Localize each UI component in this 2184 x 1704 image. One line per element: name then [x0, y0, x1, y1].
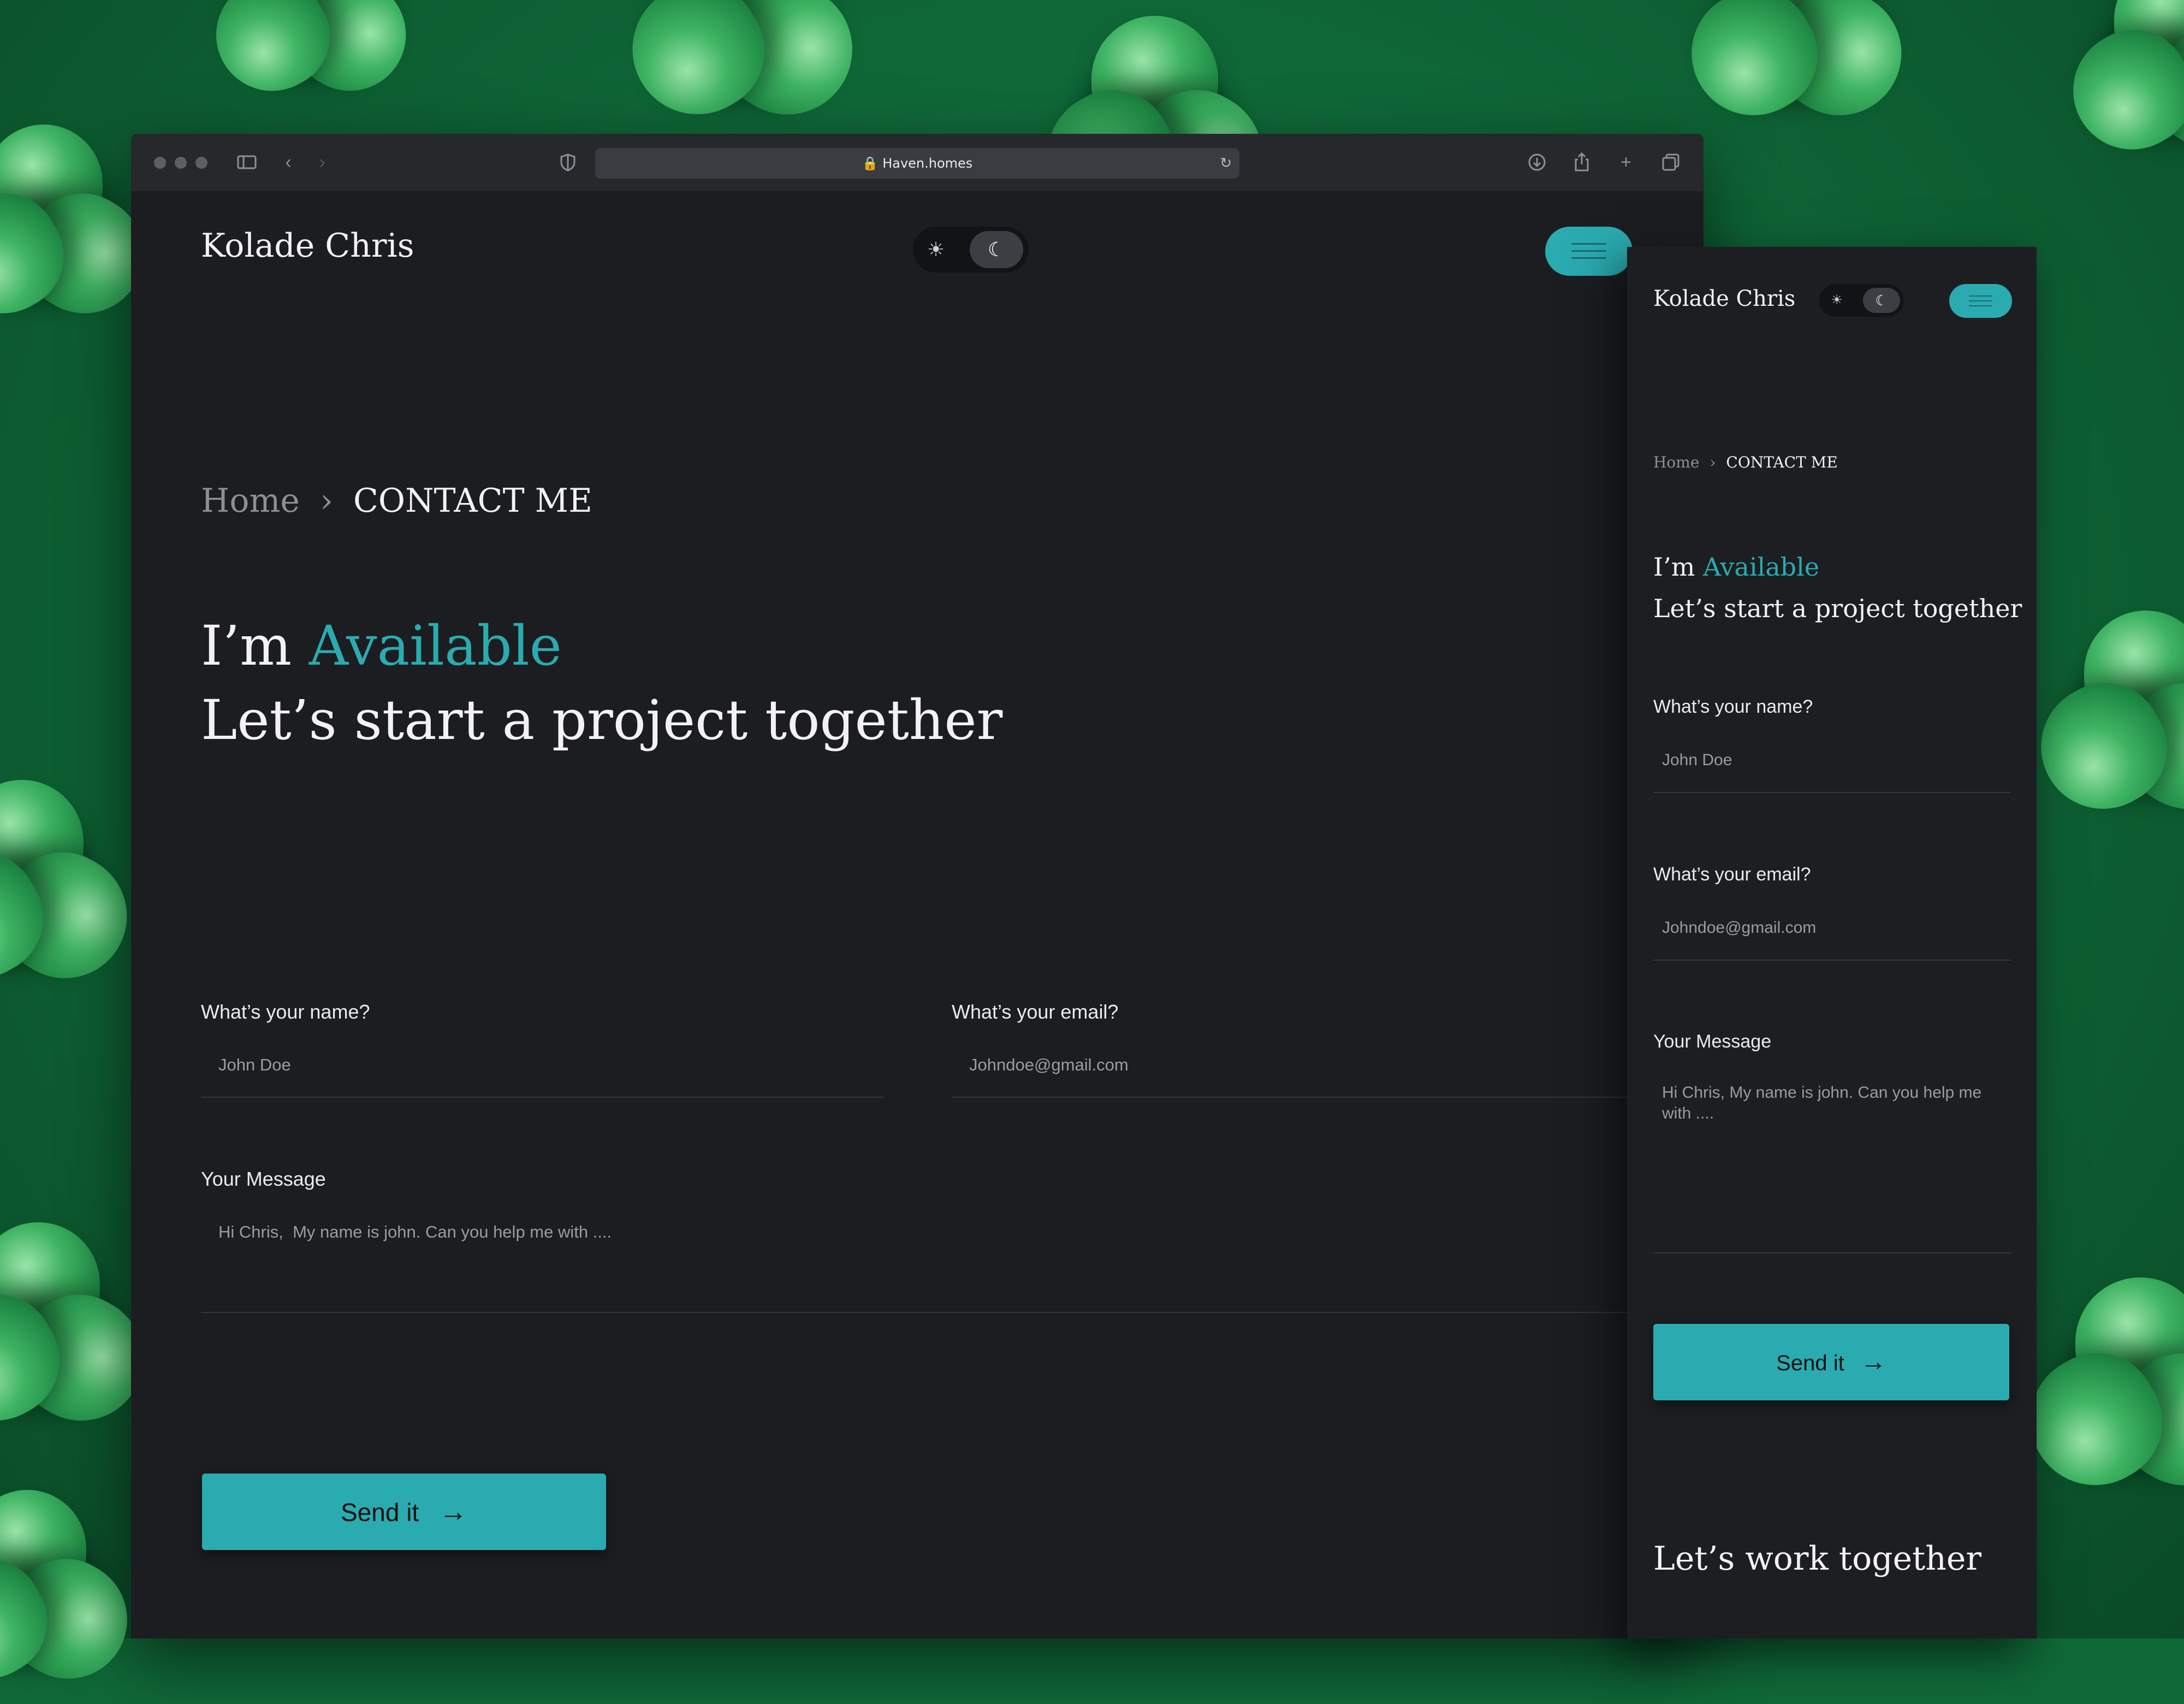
send-button[interactable]: Send it → — [202, 1474, 606, 1550]
arrow-right-icon: → — [439, 1496, 467, 1528]
hamburger-icon — [1969, 295, 1992, 297]
download-icon[interactable] — [1526, 151, 1548, 173]
footer-heading: Let’s work together — [1653, 1540, 1982, 1578]
url-text: Haven.homes — [882, 156, 973, 171]
minimize-window-button[interactable] — [175, 157, 187, 169]
mobile-theme-toggle[interactable]: ☀ ☾ — [1819, 284, 1904, 317]
site-logo[interactable]: Kolade Chris — [201, 227, 414, 265]
mobile-name-label: What’s your name? — [1653, 696, 1813, 717]
mobile-menu-button[interactable] — [1949, 284, 2012, 318]
back-icon[interactable]: ‹ — [277, 151, 299, 173]
chevron-right-icon: › — [319, 482, 333, 520]
breadcrumb-current: CONTACT ME — [353, 482, 592, 520]
tabs-overview-icon[interactable] — [1660, 151, 1682, 173]
mobile-breadcrumb: Home › CONTACT ME — [1653, 453, 1838, 471]
sidebar-icon[interactable] — [236, 151, 258, 173]
clover-decoration — [2018, 606, 2184, 836]
clover-decoration — [1669, 0, 1924, 142]
headline-prefix: I’m — [201, 614, 309, 678]
lock-icon: 🔒 — [862, 156, 879, 171]
mobile-preview: Kolade Chris ☀ ☾ Home › CONTACT ME I’m A… — [1627, 247, 2037, 1638]
clover-decoration — [2051, 0, 2184, 175]
forward-icon[interactable]: › — [311, 151, 333, 173]
clover-decoration — [609, 0, 876, 142]
clover-decoration — [195, 0, 427, 115]
breadcrumb-home[interactable]: Home — [201, 482, 300, 520]
name-label: What’s your name? — [201, 1001, 370, 1023]
sun-icon[interactable]: ☀ — [922, 238, 950, 262]
clover-decoration — [0, 1486, 149, 1704]
chevron-right-icon: › — [1710, 453, 1716, 471]
mobile-message-label: Your Message — [1653, 1031, 1772, 1052]
sun-icon[interactable]: ☀ — [1827, 292, 1847, 309]
message-label: Your Message — [201, 1168, 326, 1190]
send-label: Send it — [1776, 1351, 1844, 1375]
clover-decoration — [2007, 1273, 2184, 1513]
browser-toolbar: ‹ › 🔒 Haven.homes ↻ + — [131, 134, 1704, 192]
theme-toggle[interactable]: ☀ ☾ — [913, 227, 1029, 273]
shield-icon[interactable] — [557, 151, 579, 173]
desktop-page: Kolade Chris ☀ ☾ Home › CONTACT ME I’m A… — [131, 191, 1704, 1638]
name-input[interactable]: John Doe — [201, 1043, 883, 1098]
headline-prefix: I’m — [1653, 552, 1704, 582]
page-headline: I’m Available Let’s start a project toge… — [201, 609, 1002, 758]
clover-decoration — [0, 120, 165, 339]
close-window-button[interactable] — [154, 157, 166, 169]
headline-accent: Available — [1703, 552, 1820, 582]
mobile-email-input[interactable]: Johndoe@gmail.com — [1653, 903, 2011, 961]
breadcrumb-current: CONTACT ME — [1726, 453, 1838, 471]
message-placeholder: Hi Chris, My name is john. Can you help … — [1662, 1084, 1982, 1122]
breadcrumb: Home › CONTACT ME — [201, 482, 592, 520]
headline-subtitle: Let’s start a project together — [1653, 594, 2022, 623]
send-label: Send it — [341, 1498, 419, 1526]
mobile-send-button[interactable]: Send it → — [1653, 1324, 2009, 1400]
moon-icon[interactable]: ☾ — [983, 238, 1010, 262]
name-placeholder: John Doe — [218, 1055, 291, 1074]
message-placeholder: Hi Chris, My name is john. Can you help … — [218, 1222, 612, 1241]
maximize-window-button[interactable] — [195, 157, 207, 169]
desktop-browser-window: ‹ › 🔒 Haven.homes ↻ + Kolade Chris ☀ ☾ H… — [131, 134, 1704, 1638]
menu-button[interactable] — [1545, 227, 1633, 276]
clover-decoration — [0, 1218, 166, 1447]
mobile-email-label: What’s your email? — [1653, 864, 1811, 885]
mobile-site-logo[interactable]: Kolade Chris — [1653, 286, 1795, 311]
moon-icon[interactable]: ☾ — [1873, 292, 1890, 309]
headline-subtitle: Let’s start a project together — [201, 688, 1003, 752]
mobile-name-input[interactable]: John Doe — [1653, 736, 2011, 793]
reload-icon[interactable]: ↻ — [1220, 148, 1232, 179]
share-icon[interactable] — [1571, 151, 1593, 173]
new-tab-icon[interactable]: + — [1615, 151, 1637, 173]
email-input[interactable]: Johndoe@gmail.com — [952, 1043, 1634, 1098]
address-bar[interactable]: 🔒 Haven.homes ↻ — [595, 148, 1239, 179]
headline-accent: Available — [308, 614, 562, 678]
email-label: What’s your email? — [952, 1001, 1119, 1023]
message-textarea[interactable]: Hi Chris, My name is john. Can you help … — [201, 1210, 1637, 1313]
email-placeholder: Johndoe@gmail.com — [1662, 919, 1817, 937]
arrow-right-icon: → — [1860, 1347, 1886, 1376]
name-placeholder: John Doe — [1662, 751, 1732, 769]
clover-decoration — [0, 776, 150, 1005]
breadcrumb-home[interactable]: Home — [1653, 453, 1699, 471]
mobile-message-textarea[interactable]: Hi Chris, My name is john. Can you help … — [1653, 1070, 2011, 1253]
email-placeholder: Johndoe@gmail.com — [969, 1055, 1129, 1074]
mobile-page-headline: I’m Available Let’s start a project toge… — [1653, 546, 2022, 629]
hamburger-icon — [1571, 243, 1606, 245]
